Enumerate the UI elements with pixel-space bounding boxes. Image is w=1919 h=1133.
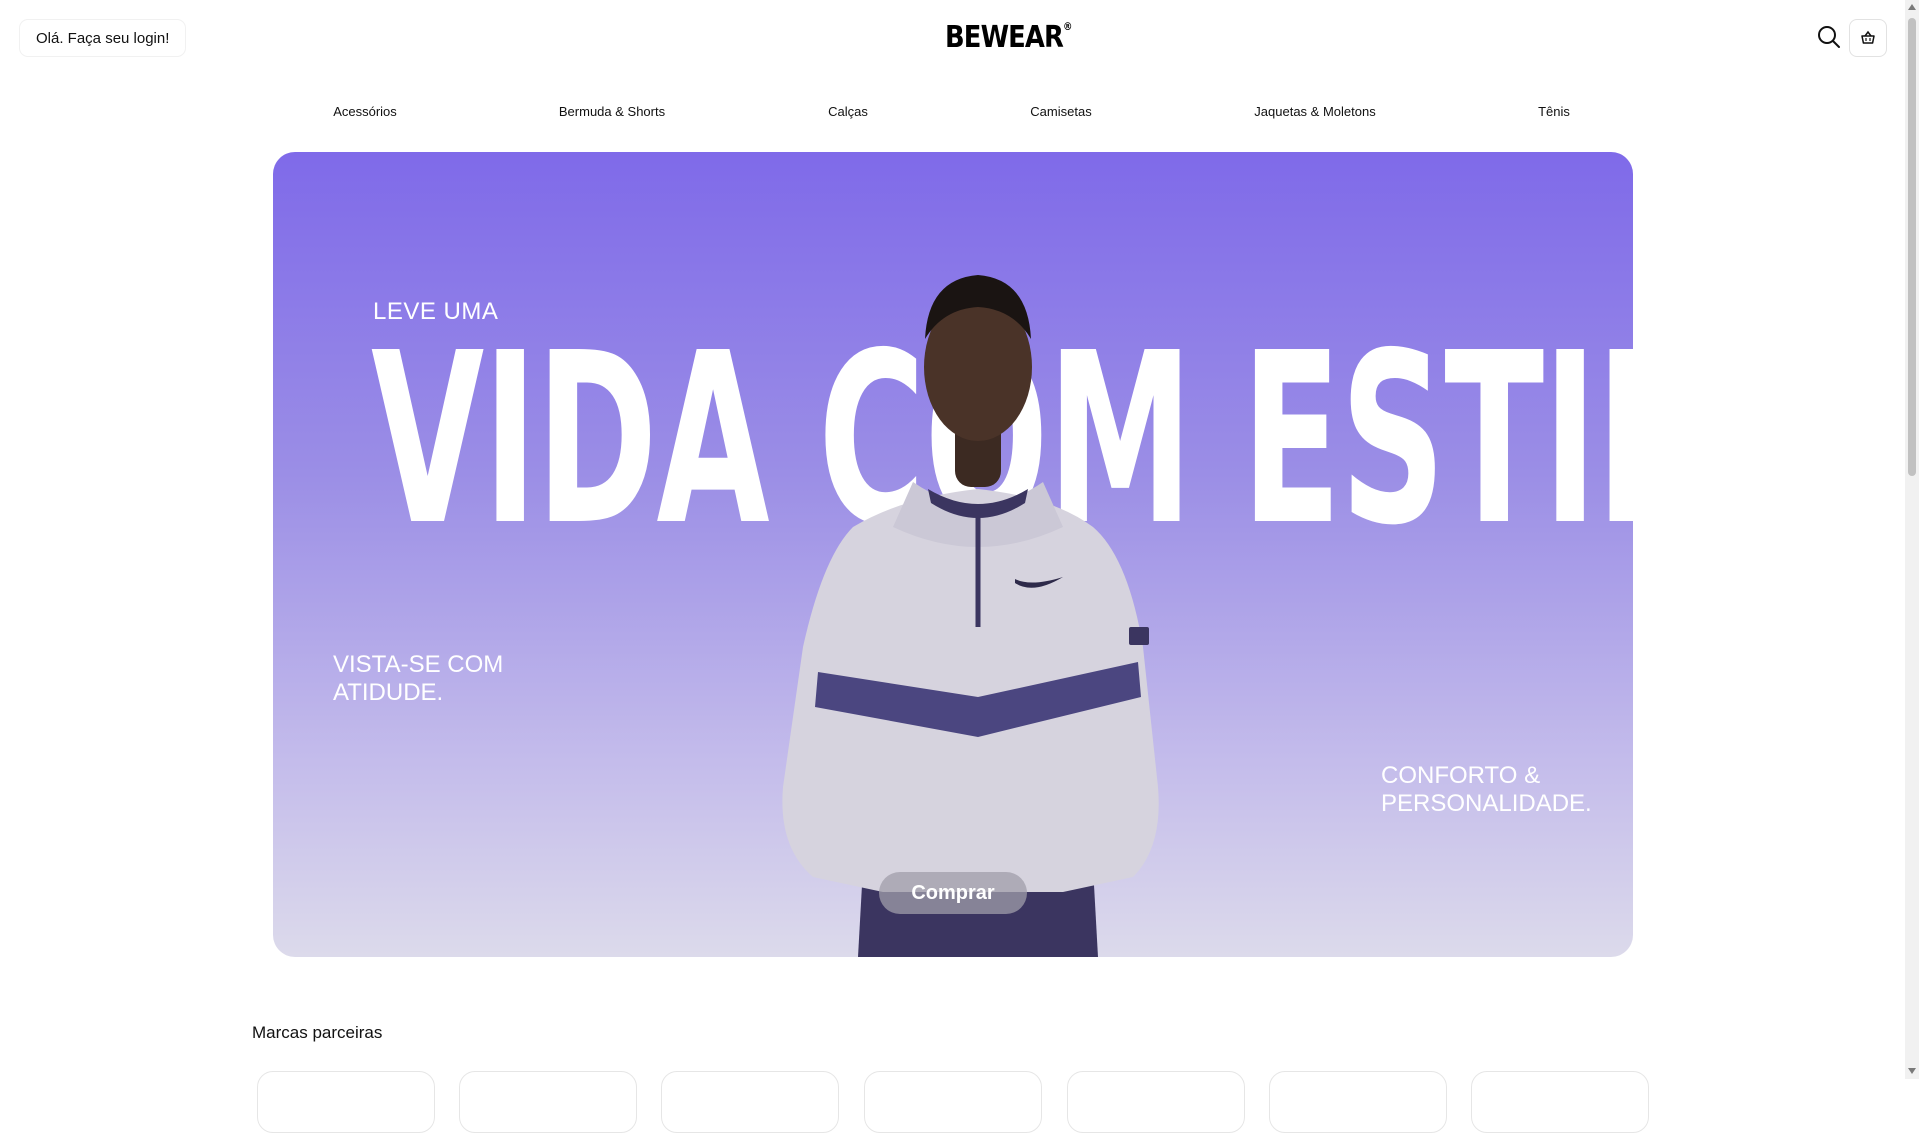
category-nav: Acessórios Bermuda & Shorts Calças Camis… <box>0 104 1900 126</box>
brand-logo-text: BEWEAR <box>945 20 1064 55</box>
partner-brand-card[interactable] <box>1471 1071 1649 1133</box>
registered-mark: ® <box>1063 20 1072 33</box>
partner-brand-card[interactable] <box>1269 1071 1447 1133</box>
partner-brand-card[interactable] <box>864 1071 1042 1133</box>
nav-item-bermuda-shorts[interactable]: Bermuda & Shorts <box>559 104 665 119</box>
basket-icon <box>1861 30 1875 44</box>
nav-item-tenis[interactable]: Tênis <box>1538 104 1570 119</box>
nav-item-camisetas[interactable]: Camisetas <box>1030 104 1091 119</box>
partner-brand-card[interactable] <box>459 1071 637 1133</box>
cart-button[interactable] <box>1849 19 1887 57</box>
nav-item-jaquetas-moletons[interactable]: Jaquetas & Moletons <box>1254 104 1375 119</box>
nav-item-acessorios[interactable]: Acessórios <box>333 104 397 119</box>
partner-brand-card[interactable] <box>1067 1071 1245 1133</box>
hero-banner[interactable]: LEVE UMA VIDA COM ESTILO VISTA-SE COM AT… <box>273 152 1633 957</box>
brand-logo[interactable]: BEWEAR® <box>945 20 1073 55</box>
partner-brand-card[interactable] <box>257 1071 435 1133</box>
nav-item-calcas[interactable]: Calças <box>828 104 868 119</box>
scroll-up-arrow-icon[interactable] <box>1908 4 1916 10</box>
scroll-thumb[interactable] <box>1908 18 1916 476</box>
partners-title: Marcas parceiras <box>252 1023 383 1042</box>
buy-button[interactable]: Comprar <box>879 872 1027 914</box>
login-button[interactable]: Olá. Faça seu login! <box>20 20 186 56</box>
hero-left-tagline: VISTA-SE COM ATIDUDE. <box>333 651 504 706</box>
model-image <box>782 275 1159 957</box>
search-icon[interactable] <box>1816 24 1842 50</box>
partner-brand-card[interactable] <box>661 1071 839 1133</box>
hero-right-tagline: CONFORTO & PERSONALIDADE. <box>1381 762 1592 817</box>
scroll-down-arrow-icon[interactable] <box>1908 1068 1916 1074</box>
site-header: Olá. Faça seu login! BEWEAR® <box>0 0 1900 76</box>
vertical-scrollbar[interactable] <box>1905 0 1919 1079</box>
